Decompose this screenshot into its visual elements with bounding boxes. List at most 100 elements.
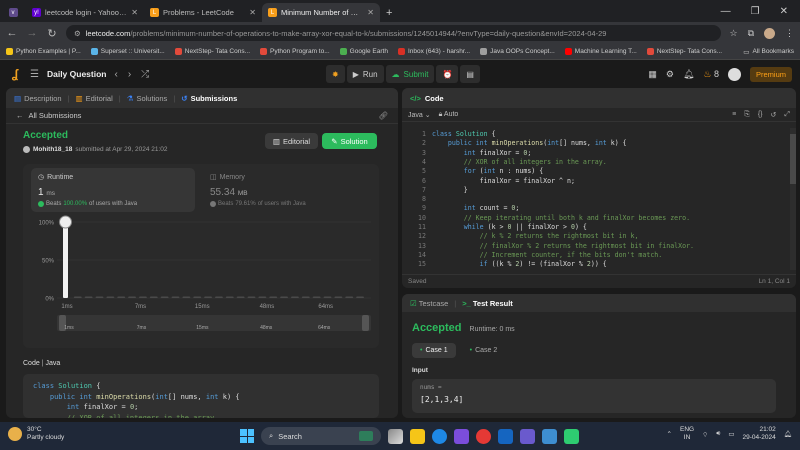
tab-solutions[interactable]: ⚗ Solutions — [127, 94, 168, 103]
extensions-icon[interactable]: ⧉ — [748, 28, 754, 39]
case-1-tab[interactable]: • Case 1 — [412, 343, 456, 358]
prev-problem-icon[interactable]: ‹ — [114, 69, 117, 80]
submitted-code[interactable]: class Solution { public int minOperation… — [23, 374, 379, 418]
bookmark-item[interactable]: Superset :: Universit... — [90, 48, 165, 55]
close-window-icon[interactable]: ✕ — [780, 6, 788, 17]
forward-icon[interactable]: → — [26, 27, 38, 39]
bookmark-item[interactable]: NextStep- Tata Cons... — [646, 48, 722, 55]
store-icon[interactable] — [454, 428, 469, 444]
bookmark-item[interactable]: Google Earth — [339, 48, 388, 55]
runtime-card[interactable]: ◷ Runtime 1 ms Beats 100.00% of users with … — [31, 168, 195, 212]
all-bookmarks[interactable]: ▭ All Bookmarks — [743, 48, 794, 56]
streak-counter[interactable]: ♨ 8 — [703, 69, 719, 80]
solution-button[interactable]: ✎ Solution — [322, 133, 377, 149]
tab-submissions[interactable]: ↺ Submissions — [181, 94, 237, 103]
browser-tab-1[interactable]: L Problems - LeetCode ✕ — [144, 3, 262, 22]
problem-list-icon[interactable]: ☰ — [30, 69, 39, 80]
reset-icon[interactable]: ↺ — [771, 111, 777, 119]
code-line[interactable]: for (int n : nums) { — [432, 167, 543, 176]
back-icon[interactable]: ← — [6, 27, 18, 39]
submission-user[interactable]: Mohith18_18 — [33, 146, 72, 153]
code-line[interactable]: // Increment counter, if the bits don't … — [432, 251, 663, 260]
code-line[interactable]: // k % 2 returns the rightmost bit in k, — [432, 232, 639, 241]
bookmark-item[interactable]: Python Examples | P... — [6, 48, 81, 55]
tab-editorial[interactable]: ▥ Editorial — [76, 94, 113, 103]
avatar[interactable] — [727, 67, 741, 81]
code-line[interactable]: public int minOperations(int[] nums, int… — [432, 139, 627, 148]
chrome-icon[interactable] — [476, 428, 491, 444]
profile-icon[interactable] — [764, 27, 775, 39]
app-icon[interactable] — [498, 428, 513, 444]
pycharm-icon[interactable] — [564, 428, 579, 444]
bookmark-item[interactable]: NextStep- Tata Cons... — [174, 48, 250, 55]
layout-icon[interactable]: ▦ — [648, 69, 657, 80]
code-line[interactable]: // XOR of all integers in the array. — [432, 158, 607, 167]
notes-button[interactable]: ▤ — [460, 65, 480, 83]
settings-icon[interactable]: ⚙ — [666, 69, 674, 80]
leetcode-logo-icon[interactable]: ʆ — [8, 67, 22, 81]
minimize-icon[interactable]: — — [721, 6, 731, 17]
close-tab-icon[interactable]: ✕ — [367, 8, 374, 17]
premium-button[interactable]: Premium — [749, 66, 792, 82]
fullscreen-icon[interactable]: ⤢ — [784, 111, 790, 119]
tab-testcase[interactable]: ☑ Testcase — [410, 299, 448, 308]
run-button[interactable]: ▶ Run — [346, 65, 384, 83]
braces-icon[interactable]: {} — [758, 111, 763, 119]
tab-search-button[interactable]: v — [0, 3, 26, 22]
bookmark-icon[interactable]: ⎘ — [744, 111, 750, 119]
code-line[interactable]: finalXor = finalXor ^ n; — [432, 177, 575, 186]
link-icon[interactable]: 🔗︎ — [378, 111, 388, 120]
code-editor[interactable]: 1 class Solution {2 public int minOperati… — [402, 128, 796, 270]
taskbar-search[interactable]: ⌕ Search — [261, 427, 381, 445]
language-indicator[interactable]: ENG IN — [680, 426, 694, 442]
code-line[interactable]: // finalXor % 2 returns the rightmost bi… — [432, 242, 694, 251]
code-line[interactable]: int count = 0; — [432, 204, 520, 213]
file-explorer-icon[interactable] — [410, 428, 425, 444]
shuffle-icon[interactable]: ⤮ — [141, 69, 149, 80]
clock[interactable]: 21:02 29-04-2024 — [742, 426, 775, 442]
bookmark-star-icon[interactable]: ☆ — [729, 28, 737, 39]
browser-tab-0[interactable]: y! leetcode login - Yahoo India Search ✕ — [26, 3, 144, 22]
debug-button[interactable]: ✸ — [326, 65, 345, 83]
wifi-icon[interactable]: ⌔ — [702, 430, 708, 439]
media-icon[interactable] — [520, 428, 535, 444]
submit-button[interactable]: ☁ Submit — [385, 65, 435, 83]
bookmark-item[interactable]: Python Program to... — [260, 48, 330, 55]
windows-start-icon[interactable] — [240, 429, 254, 443]
code-line[interactable]: class Solution { — [432, 130, 496, 139]
vscode-icon[interactable] — [542, 428, 557, 444]
battery-icon[interactable]: ▭ — [728, 430, 734, 438]
language-select[interactable]: Java ⌄ — [408, 111, 431, 119]
address-bar[interactable]: ⚙ leetcode.com/problems/minimum-number-o… — [66, 25, 722, 41]
tab-test-result[interactable]: >_ Test Result — [462, 299, 513, 308]
runtime-distribution-chart[interactable]: 100% 50% 0% 1ms 7ms 15ms 48ms 64ms 1ms 7ms 15ms 48m… — [23, 214, 379, 348]
new-tab-icon[interactable]: + — [386, 7, 392, 19]
weather-widget[interactable]: 30°C Partly cloudy — [8, 426, 64, 442]
notification-bell-icon[interactable]: 🔔︎ — [784, 430, 792, 438]
code-line[interactable]: int finalXor = 0; — [432, 149, 532, 158]
editor-scroll-thumb[interactable] — [790, 134, 796, 184]
site-info-icon[interactable]: ⚙ — [74, 29, 81, 38]
close-tab-icon[interactable]: ✕ — [249, 8, 256, 17]
bookmark-item[interactable]: Java OOPs Concept... — [480, 48, 555, 55]
all-submissions-link[interactable]: ← All Submissions 🔗︎ — [6, 108, 398, 124]
task-view-icon[interactable] — [388, 428, 403, 444]
daily-question-link[interactable]: Daily Question — [47, 69, 107, 79]
memory-card[interactable]: ◫ Memory 55.34 MB Beats 79.61% of users wit… — [203, 168, 367, 212]
close-tab-icon[interactable]: ✕ — [131, 8, 138, 17]
code-line[interactable]: while (k > 0 || finalXor > 0) { — [432, 223, 587, 232]
notifications-icon[interactable]: 🔔︎ — [683, 69, 694, 80]
chevron-up-icon[interactable]: ⌃ — [667, 430, 672, 438]
bookmark-item[interactable]: Machine Learning T... — [564, 48, 637, 55]
code-line[interactable]: } — [432, 186, 468, 195]
maximize-icon[interactable]: ❐ — [751, 6, 760, 17]
tab-description[interactable]: ▤ Description — [14, 94, 62, 103]
auto-mode[interactable]: 🔒︎ Auto — [439, 111, 459, 119]
edge-icon[interactable] — [432, 428, 447, 444]
editorial-button[interactable]: ▥ Editorial — [265, 133, 318, 149]
case-2-tab[interactable]: • Case 2 — [462, 343, 506, 358]
bookmark-item[interactable]: Inbox (643) - harshr... — [397, 48, 470, 55]
code-line[interactable]: if ((k % 2) != (finalXor % 2)) { — [432, 260, 607, 269]
reload-icon[interactable]: ↻ — [46, 27, 58, 40]
code-line[interactable]: // Keep iterating until both k and final… — [432, 214, 690, 223]
